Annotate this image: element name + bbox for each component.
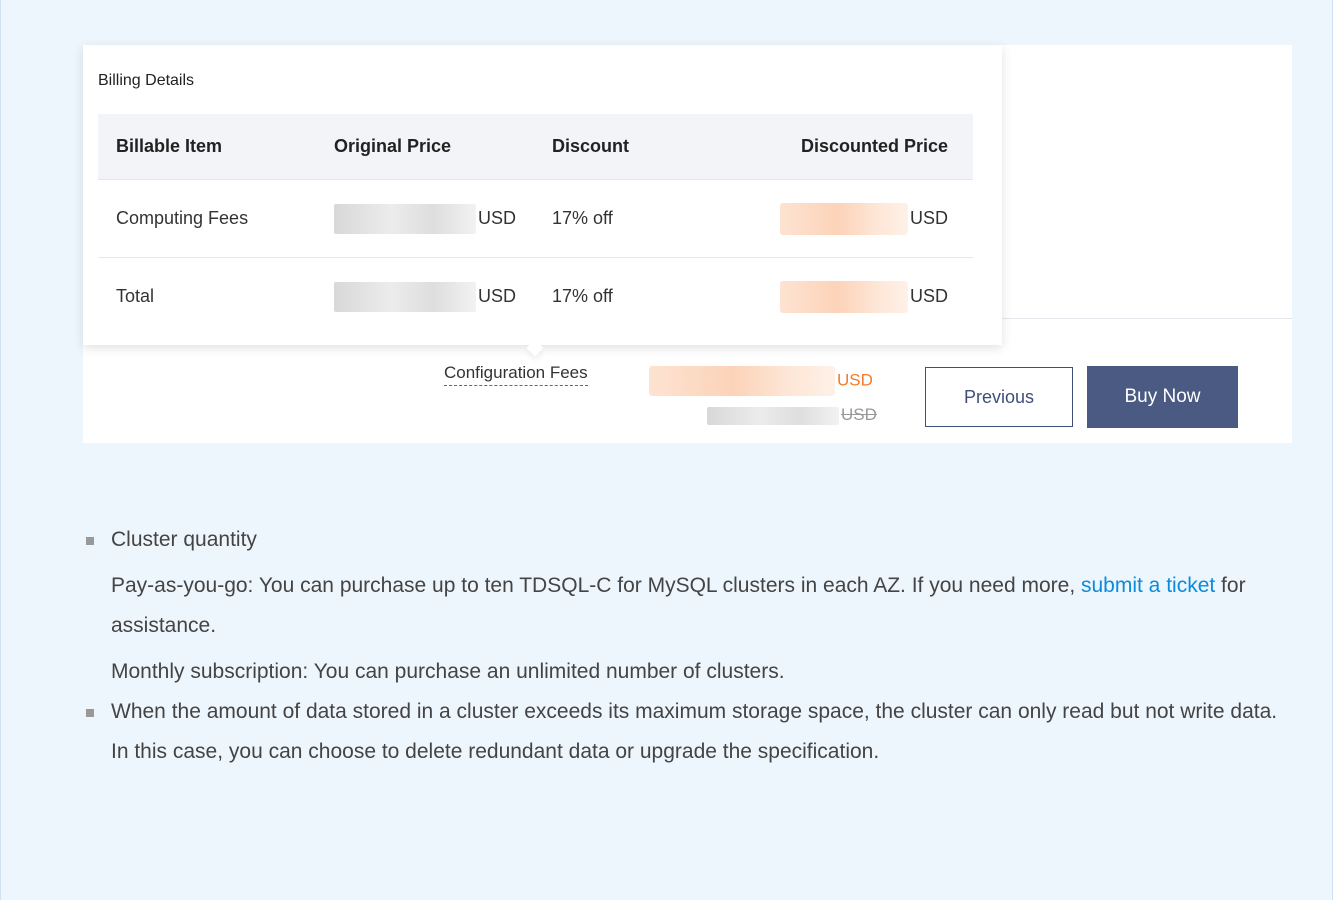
- column-header-discounted-price: Discounted Price: [732, 114, 973, 180]
- table-header-row: Billable Item Original Price Discount Di…: [98, 114, 973, 180]
- cell-discount: 17% off: [534, 179, 732, 258]
- column-header-original-price: Original Price: [316, 114, 534, 180]
- redacted-value: [334, 281, 476, 312]
- bullet-icon: [86, 537, 94, 545]
- cell-item: Computing Fees: [98, 179, 316, 258]
- list-item: When the amount of data stored in a clus…: [86, 692, 1291, 772]
- configuration-fees-price: USD: [649, 366, 873, 396]
- cell-discount: 17% off: [534, 257, 732, 335]
- payg-paragraph: Pay-as-you-go: You can purchase up to te…: [111, 574, 1246, 637]
- notes-list: Cluster quantity Pay-as-you-go: You can …: [86, 520, 1291, 772]
- purchase-screenshot: Billing Details Billable Item Original P…: [83, 45, 1292, 443]
- configuration-fees-label[interactable]: Configuration Fees: [444, 363, 588, 386]
- cell-discounted-price: USD: [732, 257, 973, 335]
- billing-table: Billable Item Original Price Discount Di…: [98, 114, 973, 335]
- previous-button[interactable]: Previous: [925, 367, 1073, 427]
- cluster-quantity-heading: Cluster quantity: [111, 528, 257, 551]
- redacted-value: [649, 366, 835, 396]
- redacted-value: [779, 280, 908, 313]
- list-item: Cluster quantity Pay-as-you-go: You can …: [86, 520, 1291, 692]
- original-price-strikethrough: USD: [707, 405, 877, 425]
- table-row: Computing Fees USD 17% off USD: [98, 179, 973, 258]
- billing-title: Billing Details: [98, 72, 195, 89]
- buy-now-button[interactable]: Buy Now: [1087, 366, 1238, 428]
- redacted-value: [707, 406, 839, 425]
- submit-ticket-link[interactable]: submit a ticket: [1081, 574, 1215, 597]
- doc-note-panel: Billing Details Billable Item Original P…: [0, 0, 1333, 900]
- storage-paragraph: When the amount of data stored in a clus…: [111, 700, 1278, 763]
- bullet-icon: [86, 709, 94, 717]
- cell-original-price: USD: [316, 179, 534, 258]
- redacted-value: [334, 203, 476, 234]
- billing-details-popover: Billing Details Billable Item Original P…: [83, 45, 1002, 357]
- monthly-paragraph: Monthly subscription: You can purchase a…: [111, 660, 785, 683]
- cell-discounted-price: USD: [732, 179, 973, 258]
- column-header-billable-item: Billable Item: [98, 114, 316, 180]
- redacted-value: [779, 202, 908, 235]
- cell-original-price: USD: [316, 257, 534, 335]
- table-row: Total USD 17% off USD: [98, 257, 973, 335]
- column-header-discount: Discount: [534, 114, 732, 180]
- cell-item: Total: [98, 257, 316, 335]
